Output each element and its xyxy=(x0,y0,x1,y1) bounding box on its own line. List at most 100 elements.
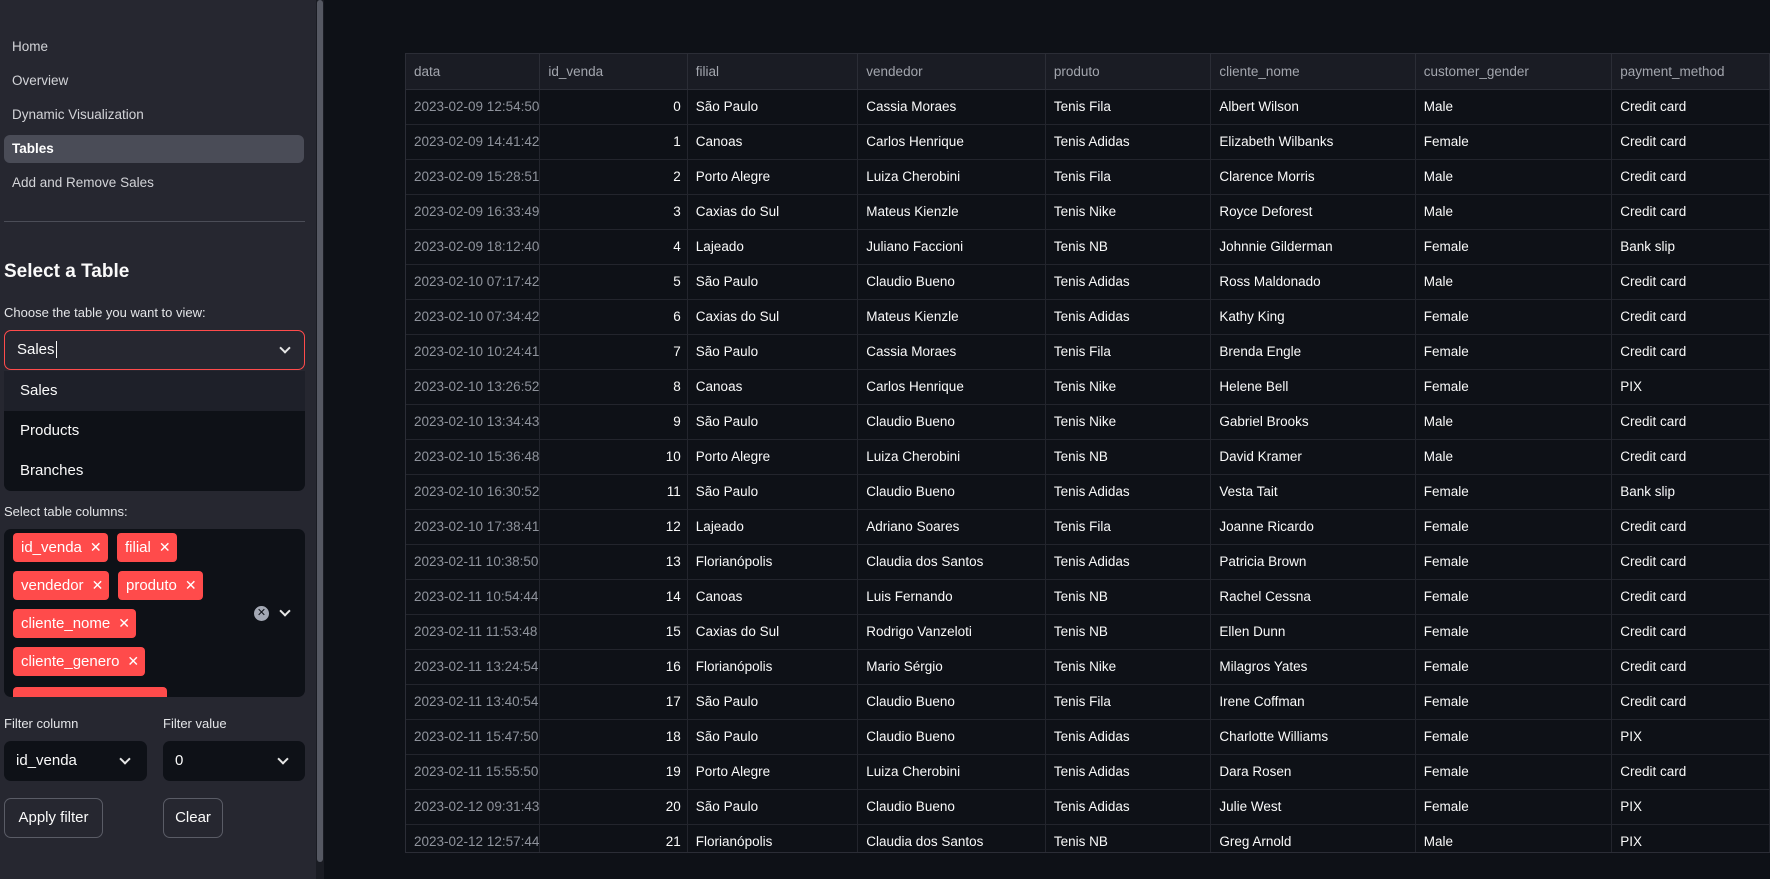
table-cell-id-venda[interactable]: 0 xyxy=(539,89,688,125)
table-cell-data[interactable]: 2023-02-10 17:38:41 xyxy=(406,509,541,545)
table-cell-produto[interactable]: Tenis Adidas xyxy=(1045,299,1212,335)
table-cell-data[interactable]: 2023-02-12 09:31:43 xyxy=(406,789,541,825)
table-row[interactable]: 2023-02-10 13:26:52 8 Canoas Carlos Henriqu… xyxy=(406,369,1770,405)
table-cell-customer-gender[interactable]: Male xyxy=(1415,824,1613,852)
table-cell-data[interactable]: 2023-02-10 07:34:42 xyxy=(406,299,541,335)
table-cell-vendedor[interactable]: Carlos Henrique xyxy=(857,124,1046,160)
table-cell-data[interactable]: 2023-02-10 10:24:41 xyxy=(406,334,541,370)
table-cell-filial[interactable]: São Paulo xyxy=(687,264,859,300)
table-row[interactable]: 2023-02-11 10:38:50 13 Florianópolis Claudi… xyxy=(406,544,1770,580)
column-header-payment-method[interactable]: payment_method xyxy=(1611,54,1770,90)
table-cell-id-venda[interactable]: 2 xyxy=(539,159,688,195)
table-cell-cliente-nome[interactable]: Joanne Ricardo xyxy=(1210,509,1416,545)
table-cell-payment-method[interactable]: Credit card xyxy=(1611,124,1770,160)
table-cell-customer-gender[interactable]: Female xyxy=(1415,614,1613,650)
table-cell-payment-method[interactable]: Credit card xyxy=(1611,334,1770,370)
table-cell-payment-method[interactable]: Credit card xyxy=(1611,544,1770,580)
table-cell-cliente-nome[interactable]: Albert Wilson xyxy=(1210,89,1416,125)
table-cell-vendedor[interactable]: Claudio Bueno xyxy=(857,264,1046,300)
table-cell-id-venda[interactable]: 7 xyxy=(539,334,688,370)
table-cell-cliente-nome[interactable]: Brenda Engle xyxy=(1210,334,1416,370)
table-cell-id-venda[interactable]: 19 xyxy=(539,754,688,790)
filter-column-select[interactable]: id_venda xyxy=(4,741,147,781)
table-cell-data[interactable]: 2023-02-10 16:30:52 xyxy=(406,474,541,510)
table-cell-id-venda[interactable]: 15 xyxy=(539,614,688,650)
table-cell-data[interactable]: 2023-02-11 10:54:44 xyxy=(406,579,541,615)
table-cell-customer-gender[interactable]: Male xyxy=(1415,404,1613,440)
remove-tag-icon[interactable]: ✕ xyxy=(90,539,102,555)
table-cell-cliente-nome[interactable]: Vesta Tait xyxy=(1210,474,1416,510)
remove-tag-icon[interactable]: ✕ xyxy=(118,615,130,631)
table-cell-vendedor[interactable]: Mario Sérgio xyxy=(857,649,1046,685)
table-cell-cliente-nome[interactable]: Helene Bell xyxy=(1210,369,1416,405)
table-cell-customer-gender[interactable]: Female xyxy=(1415,334,1613,370)
table-cell-filial[interactable]: São Paulo xyxy=(687,719,859,755)
table-cell-id-venda[interactable]: 13 xyxy=(539,544,688,580)
table-cell-vendedor[interactable]: Cassia Moraes xyxy=(857,334,1046,370)
table-cell-payment-method[interactable]: Credit card xyxy=(1611,684,1770,720)
table-cell-data[interactable]: 2023-02-11 13:24:54 xyxy=(406,649,541,685)
table-cell-customer-gender[interactable]: Female xyxy=(1415,649,1613,685)
table-cell-customer-gender[interactable]: Female xyxy=(1415,509,1613,545)
table-cell-payment-method[interactable]: Credit card xyxy=(1611,89,1770,125)
table-cell-filial[interactable]: Lajeado xyxy=(687,509,859,545)
table-cell-id-venda[interactable]: 17 xyxy=(539,684,688,720)
nav-item-home[interactable]: Home xyxy=(4,33,304,61)
table-cell-payment-method[interactable]: Credit card xyxy=(1611,299,1770,335)
table-row[interactable]: 2023-02-11 10:54:44 14 Canoas Luis Fernando… xyxy=(406,579,1770,615)
table-row[interactable]: 2023-02-12 09:31:43 20 São Paulo Claudio Bu… xyxy=(406,789,1770,825)
table-cell-customer-gender[interactable]: Female xyxy=(1415,579,1613,615)
table-cell-vendedor[interactable]: Claudio Bueno xyxy=(857,789,1046,825)
column-tag-partial[interactable] xyxy=(13,687,167,697)
table-select[interactable]: Sales xyxy=(4,330,305,370)
chevron-down-icon[interactable] xyxy=(279,605,291,617)
remove-tag-icon[interactable]: ✕ xyxy=(92,577,104,593)
table-cell-produto[interactable]: Tenis Adidas xyxy=(1045,789,1212,825)
table-cell-customer-gender[interactable]: Male xyxy=(1415,194,1613,230)
option-products[interactable]: Products xyxy=(4,411,305,451)
table-row[interactable]: 2023-02-10 15:36:48 10 Porto Alegre Luiza C… xyxy=(406,439,1770,475)
table-cell-vendedor[interactable]: Luiza Cherobini xyxy=(857,754,1046,790)
table-cell-vendedor[interactable]: Mateus Kienzle xyxy=(857,194,1046,230)
table-cell-data[interactable]: 2023-02-11 15:55:50 xyxy=(406,754,541,790)
table-cell-payment-method[interactable]: PIX xyxy=(1611,369,1770,405)
table-cell-payment-method[interactable]: Credit card xyxy=(1611,614,1770,650)
table-cell-cliente-nome[interactable]: Charlotte Williams xyxy=(1210,719,1416,755)
table-cell-cliente-nome[interactable]: Johnnie Gilderman xyxy=(1210,229,1416,265)
table-cell-vendedor[interactable]: Claudio Bueno xyxy=(857,684,1046,720)
table-cell-filial[interactable]: Porto Alegre xyxy=(687,159,859,195)
table-cell-vendedor[interactable]: Mateus Kienzle xyxy=(857,299,1046,335)
filter-value-select[interactable]: 0 xyxy=(163,741,305,781)
table-cell-produto[interactable]: Tenis Adidas xyxy=(1045,544,1212,580)
table-cell-data[interactable]: 2023-02-10 13:26:52 xyxy=(406,369,541,405)
table-cell-produto[interactable]: Tenis Adidas xyxy=(1045,264,1212,300)
table-cell-vendedor[interactable]: Claudio Bueno xyxy=(857,474,1046,510)
table-cell-filial[interactable]: Caxias do Sul xyxy=(687,299,859,335)
nav-item-overview[interactable]: Overview xyxy=(4,67,304,95)
table-row[interactable]: 2023-02-11 13:24:54 16 Florianópolis Mario … xyxy=(406,649,1770,685)
table-cell-id-venda[interactable]: 5 xyxy=(539,264,688,300)
table-cell-filial[interactable]: Porto Alegre xyxy=(687,439,859,475)
table-cell-payment-method[interactable]: Credit card xyxy=(1611,264,1770,300)
table-cell-cliente-nome[interactable]: Patricia Brown xyxy=(1210,544,1416,580)
table-cell-produto[interactable]: Tenis Nike xyxy=(1045,194,1212,230)
remove-tag-icon[interactable]: ✕ xyxy=(159,539,171,555)
table-cell-customer-gender[interactable]: Female xyxy=(1415,299,1613,335)
clear-filter-button[interactable]: Clear xyxy=(163,798,223,838)
table-cell-filial[interactable]: Florianópolis xyxy=(687,824,859,852)
table-cell-produto[interactable]: Tenis Fila xyxy=(1045,159,1212,195)
apply-filter-button[interactable]: Apply filter xyxy=(4,798,103,838)
table-cell-id-venda[interactable]: 6 xyxy=(539,299,688,335)
table-cell-produto[interactable]: Tenis Fila xyxy=(1045,89,1212,125)
table-row[interactable]: 2023-02-10 07:17:42 5 São Paulo Claudio Bue… xyxy=(406,264,1770,300)
table-cell-customer-gender[interactable]: Female xyxy=(1415,124,1613,160)
table-cell-vendedor[interactable]: Luiza Cherobini xyxy=(857,439,1046,475)
table-cell-filial[interactable]: São Paulo xyxy=(687,684,859,720)
table-row[interactable]: 2023-02-11 15:55:50 19 Porto Alegre Luiza C… xyxy=(406,754,1770,790)
table-cell-cliente-nome[interactable]: Ross Maldonado xyxy=(1210,264,1416,300)
table-cell-filial[interactable]: São Paulo xyxy=(687,89,859,125)
column-tag[interactable]: filial ✕ xyxy=(117,533,177,562)
table-row[interactable]: 2023-02-09 15:28:51 2 Porto Alegre Luiza Ch… xyxy=(406,159,1770,195)
table-cell-filial[interactable]: Canoas xyxy=(687,579,859,615)
table-row[interactable]: 2023-02-10 16:30:52 11 São Paulo Claudio Bu… xyxy=(406,474,1770,510)
